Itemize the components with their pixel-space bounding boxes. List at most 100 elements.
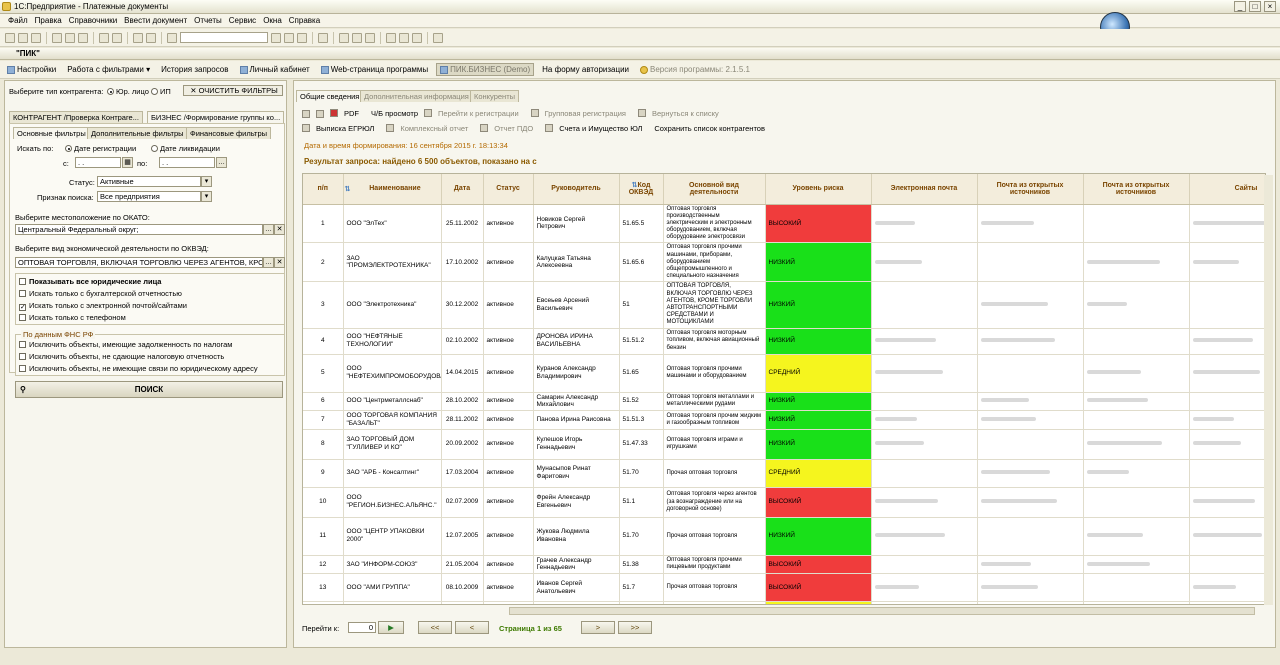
- nav-web[interactable]: Web-страница программы: [318, 64, 431, 75]
- group-registration-button[interactable]: Групповая регистрация: [530, 109, 632, 118]
- nav-cabinet[interactable]: Личный кабинет: [237, 64, 313, 75]
- calendar2-icon[interactable]: [365, 32, 375, 43]
- results-table[interactable]: п/п ⇅ Наименование Дата Статус Руководите…: [302, 173, 1266, 605]
- pdf-button[interactable]: PDF: [330, 109, 365, 118]
- prev-page-button[interactable]: <: [455, 621, 489, 634]
- table-row[interactable]: 13 ООО "АМИ ГРУППА" 08.10.2009 активное Иван…: [303, 573, 1265, 603]
- nav-settings[interactable]: Настройки: [4, 64, 59, 75]
- col-okved[interactable]: ⇅Код ОКВЭД: [619, 174, 664, 205]
- menu-help[interactable]: Справка: [289, 16, 320, 25]
- menu-enter-document[interactable]: Ввести документ: [124, 16, 187, 25]
- find-icon[interactable]: [167, 32, 177, 43]
- nav-demo[interactable]: ПИК.БИЗНЕС (Demo): [436, 63, 535, 76]
- first-page-button[interactable]: <<: [418, 621, 452, 634]
- cut-icon[interactable]: [52, 32, 62, 43]
- paste-icon[interactable]: [78, 32, 88, 43]
- menu-windows[interactable]: Окна: [263, 16, 282, 25]
- okato-input[interactable]: Центральный Федеральный округ;: [15, 224, 263, 235]
- calculator-icon[interactable]: [352, 32, 362, 43]
- back-to-list-button[interactable]: Вернуться к списку: [637, 109, 725, 118]
- table-row[interactable]: 1 ООО "ЭлТех" 25.11.2002 активное Новиков Се…: [303, 204, 1265, 244]
- date-to-input[interactable]: . .: [159, 157, 215, 168]
- replace-icon[interactable]: [284, 32, 294, 43]
- calendar-from-icon[interactable]: ▦: [122, 157, 133, 168]
- tab-additional[interactable]: Дополнительная информация: [360, 90, 473, 102]
- chk-accounting[interactable]: Искать только с бухгалтерской отчетность…: [19, 289, 182, 298]
- status-select[interactable]: Активные: [97, 176, 201, 187]
- col-sites[interactable]: Сайты: [1189, 174, 1265, 205]
- col-risk[interactable]: Уровень риска: [765, 174, 872, 205]
- chk-email[interactable]: ✓ Искать только с электронной почтой/сайт…: [19, 301, 187, 311]
- memory-icon[interactable]: [386, 32, 396, 43]
- subtab-main[interactable]: Основные фильтры: [13, 127, 90, 139]
- toolbar-search-input[interactable]: [180, 32, 268, 43]
- print-report-icon[interactable]: [316, 109, 324, 118]
- preview-icon[interactable]: [112, 32, 122, 43]
- table-row[interactable]: 5ООО "НЕФТЕХИМПРОМОБОРУДОВАНИЕ"14.04.201…: [303, 354, 1265, 393]
- col-head[interactable]: Руководитель: [533, 174, 620, 205]
- memory-plus-icon[interactable]: [399, 32, 409, 43]
- tools-icon[interactable]: [433, 32, 443, 43]
- goto-button[interactable]: ▶: [378, 621, 404, 634]
- nav-filters[interactable]: Работа с фильтрами ▾: [64, 64, 153, 75]
- table-row[interactable]: 10 ООО "РЕГИОН.БИЗНЕС.АЛЬЯНС." 02.07.2009 а…: [303, 487, 1265, 518]
- calendar-icon[interactable]: [339, 32, 349, 43]
- sign-dropdown-icon[interactable]: ▾: [201, 191, 212, 202]
- table-row[interactable]: 7 ООО ТОРГОВАЯ КОМПАНИЯ "БАЗАЛЬТ" 28.11.20…: [303, 410, 1265, 430]
- menu-catalogs[interactable]: Справочники: [69, 16, 117, 25]
- status-dropdown-icon[interactable]: ▾: [201, 176, 212, 187]
- table-row[interactable]: 9 ЗАО "АРБ - Консалтинг" 17.03.2004 активно…: [303, 459, 1265, 488]
- vertical-scrollbar[interactable]: [1264, 175, 1273, 605]
- refresh-icon[interactable]: [297, 32, 307, 43]
- pdo-report-button[interactable]: Отчет ПДО: [480, 124, 539, 133]
- tab-competitors[interactable]: Конкуренты: [470, 90, 520, 102]
- tab-business[interactable]: БИЗНЕС /Формирование группы ко...: [147, 111, 285, 123]
- chk-fns-address[interactable]: Исключить объекты, не имеющие связи по ю…: [19, 364, 258, 373]
- print-icon[interactable]: [99, 32, 109, 43]
- table-row[interactable]: 6 ООО "Центрметаллснаб" 28.10.2002 активное…: [303, 392, 1265, 412]
- menu-service[interactable]: Сервис: [229, 16, 256, 25]
- next-page-button[interactable]: >: [581, 621, 615, 634]
- minimize-button[interactable]: _: [1234, 1, 1246, 12]
- search-button[interactable]: ⚲ ПОИСК: [15, 381, 283, 398]
- type-ul-radio[interactable]: Юр. лицо: [107, 87, 149, 96]
- horizontal-scrollbar[interactable]: [509, 607, 1255, 615]
- menu-file[interactable]: Файл: [8, 16, 28, 25]
- tab-contractor[interactable]: КОНТРАГЕНТ /Проверка Контраге...: [9, 111, 143, 123]
- clear-filters-button[interactable]: ✕ ОЧИСТИТЬ ФИЛЬТРЫ: [183, 85, 283, 96]
- col-activity[interactable]: Основной вид деятельности: [663, 174, 766, 205]
- okved-select-icon[interactable]: …: [263, 257, 274, 268]
- new-icon[interactable]: [5, 32, 15, 43]
- table-row[interactable]: 3 ООО "Электротехника" 30.12.2002 активное Е…: [303, 281, 1265, 329]
- chk-phone[interactable]: Искать только с телефоном: [19, 313, 126, 322]
- save-icon[interactable]: [31, 32, 41, 43]
- egrul-button[interactable]: Выписка ЕГРЮЛ: [302, 124, 380, 133]
- liq-date-radio[interactable]: Дате ликвидации: [151, 144, 220, 153]
- menu-edit[interactable]: Правка: [35, 16, 62, 25]
- calendar-to-icon[interactable]: …: [216, 157, 227, 168]
- col-date[interactable]: Дата: [441, 174, 484, 205]
- date-from-input[interactable]: . .: [75, 157, 121, 168]
- open-icon[interactable]: [18, 32, 28, 43]
- col-open-email-2[interactable]: Почта из открытых источников: [1083, 174, 1190, 205]
- table-row[interactable]: 12 ЗАО "ИНФОРМ-СОЮЗ" 21.05.2004 активное Гра…: [303, 555, 1265, 575]
- col-status[interactable]: Статус: [483, 174, 534, 205]
- chk-fns-debt[interactable]: Исключить объекты, имеющие задолженность…: [19, 340, 232, 349]
- find-next-icon[interactable]: [271, 32, 281, 43]
- subtab-financial[interactable]: Финансовые фильтры: [186, 127, 272, 139]
- accounts-button[interactable]: Счета и Имущество ЮЛ: [545, 124, 648, 133]
- table-row[interactable]: 4 ООО "НЕФТЯНЫЕ ТЕХНОЛОГИИ" 02.10.2002 акти…: [303, 328, 1265, 355]
- okved-clear-icon[interactable]: ✕: [274, 257, 285, 268]
- bw-preview-button[interactable]: Ч/Б просмотр: [371, 109, 418, 118]
- okato-select-icon[interactable]: …: [263, 224, 274, 235]
- goto-page-input[interactable]: 0: [348, 622, 376, 633]
- tab-general[interactable]: Общие сведения: [296, 90, 364, 102]
- subtab-extra[interactable]: Дополнительные фильтры: [87, 127, 188, 139]
- chk-all-legal[interactable]: Показывать все юридические лица: [19, 277, 161, 286]
- col-num[interactable]: п/п: [303, 174, 344, 205]
- complex-report-button[interactable]: Комплексный отчет: [386, 124, 474, 133]
- copy-icon[interactable]: [65, 32, 75, 43]
- last-page-button[interactable]: >>: [618, 621, 652, 634]
- type-ip-radio[interactable]: ИП: [151, 87, 171, 96]
- nav-history[interactable]: История запросов: [158, 64, 231, 75]
